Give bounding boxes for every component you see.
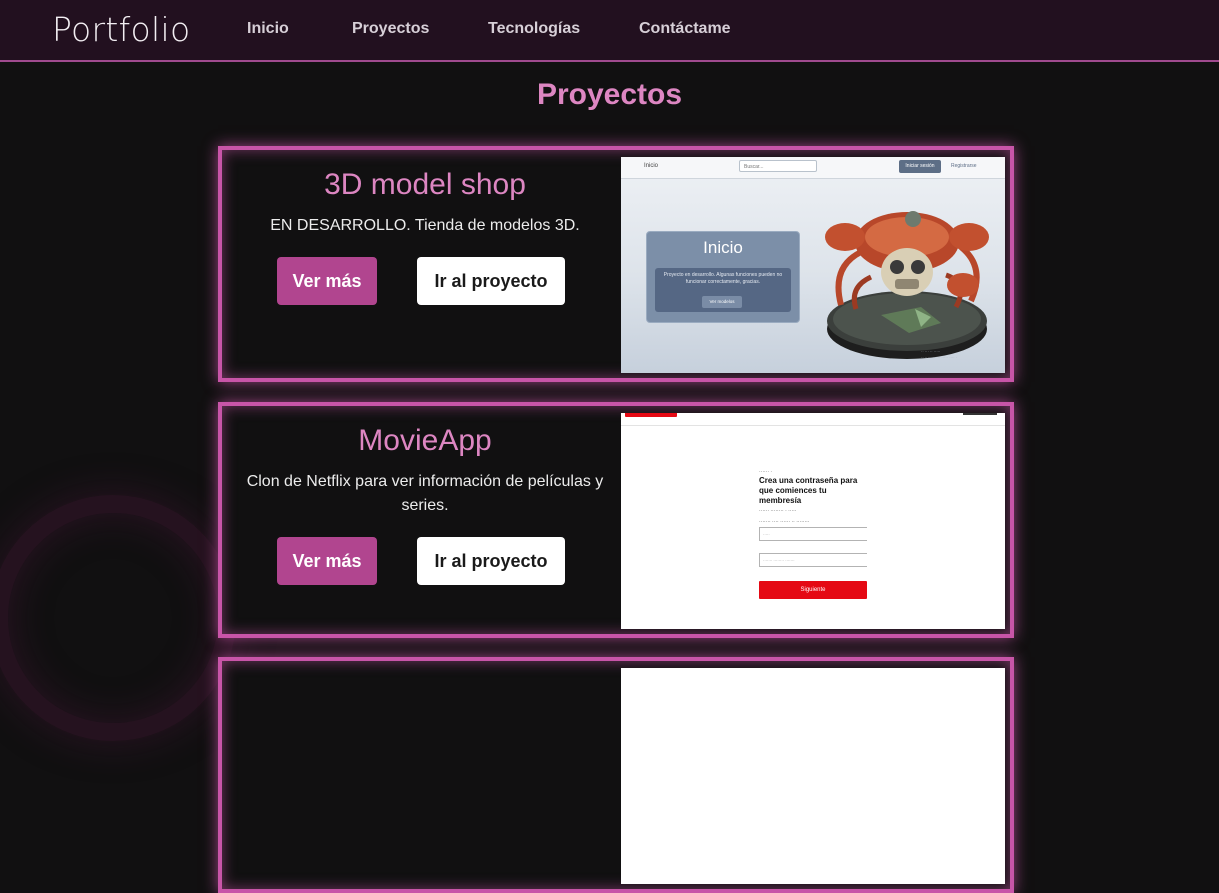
preview-footer: ·· ··· ·· ····· ·· ······ ·· ·· ····· ···… — [921, 349, 957, 360]
preview-next-button: Siguiente — [759, 581, 867, 599]
nav-link-contactame[interactable]: Contáctame — [639, 20, 731, 38]
preview-subtext: ······ ········ · ····· — [759, 508, 797, 514]
project-card-3d-shop: 3D model shop EN DESARROLLO. Tienda de m… — [218, 146, 1014, 382]
preview-logo — [625, 413, 677, 417]
preview-panel-button: Ver modelos — [702, 296, 742, 308]
project-info: MovieApp Clon de Netflix para ver inform… — [240, 406, 610, 518]
preview-nav-home: Inicio — [644, 163, 659, 169]
project-title: MovieApp — [358, 424, 492, 457]
project-description: Clon de Netflix para ver información de … — [246, 473, 604, 514]
preview-subtext-2: ······· ···· ······ ·· ········ — [759, 519, 810, 525]
project-description: EN DESARROLLO. Tienda de modelos 3D. — [270, 217, 580, 234]
preview-email-field: ····· — [759, 527, 867, 541]
preview-panel: Inicio Proyecto en desarrollo. Algunas f… — [646, 231, 800, 323]
project-preview-image[interactable]: ······ · Crea una contraseña para que co… — [621, 413, 1005, 629]
brand-logo[interactable]: Portfolio — [52, 10, 190, 49]
preview-register: Registrarse — [951, 163, 977, 169]
project-title: 3D model shop — [324, 168, 526, 201]
ver-mas-button[interactable]: Ver más — [277, 537, 377, 585]
preview-password-field: ······· ········ ······· — [759, 553, 867, 567]
preview-navbar: Inicio Buscar... Iniciar sesión Registra… — [621, 157, 1005, 179]
crab-model-illustration — [825, 211, 989, 359]
section-title: Proyectos — [536, 78, 683, 111]
preview-panel-box: Proyecto en desarrollo. Algunas funcione… — [655, 268, 791, 312]
nav-link-inicio[interactable]: Inicio — [247, 20, 289, 38]
preview-step-text: ······ · — [759, 469, 773, 475]
preview-heading: Crea una contraseña para que comiences t… — [759, 476, 858, 505]
preview-panel-title: Inicio — [703, 238, 743, 257]
preview-login-link — [963, 413, 997, 415]
preview-search: Buscar... — [739, 160, 817, 172]
project-info: 3D model shop EN DESARROLLO. Tienda de m… — [240, 150, 610, 238]
decorative-ring — [0, 495, 236, 741]
nav-link-proyectos[interactable]: Proyectos — [352, 20, 429, 38]
project-card-movieapp: MovieApp Clon de Netflix para ver inform… — [218, 402, 1014, 638]
project-card-3 — [218, 657, 1014, 893]
preview-login: Iniciar sesión — [899, 160, 941, 173]
project-preview-image[interactable]: Inicio Buscar... Iniciar sesión Registra… — [621, 157, 1005, 373]
preview-panel-text: Proyecto en desarrollo. Algunas funcione… — [663, 272, 783, 285]
preview-header — [621, 413, 1005, 426]
ver-mas-button[interactable]: Ver más — [277, 257, 377, 305]
navbar: Portfolio Inicio Proyectos Tecnologías C… — [0, 0, 1219, 62]
nav-link-tecnologias[interactable]: Tecnologías — [488, 20, 580, 38]
ir-al-proyecto-button[interactable]: Ir al proyecto — [417, 257, 565, 305]
project-preview-image[interactable] — [621, 668, 1005, 884]
ir-al-proyecto-button[interactable]: Ir al proyecto — [417, 537, 565, 585]
